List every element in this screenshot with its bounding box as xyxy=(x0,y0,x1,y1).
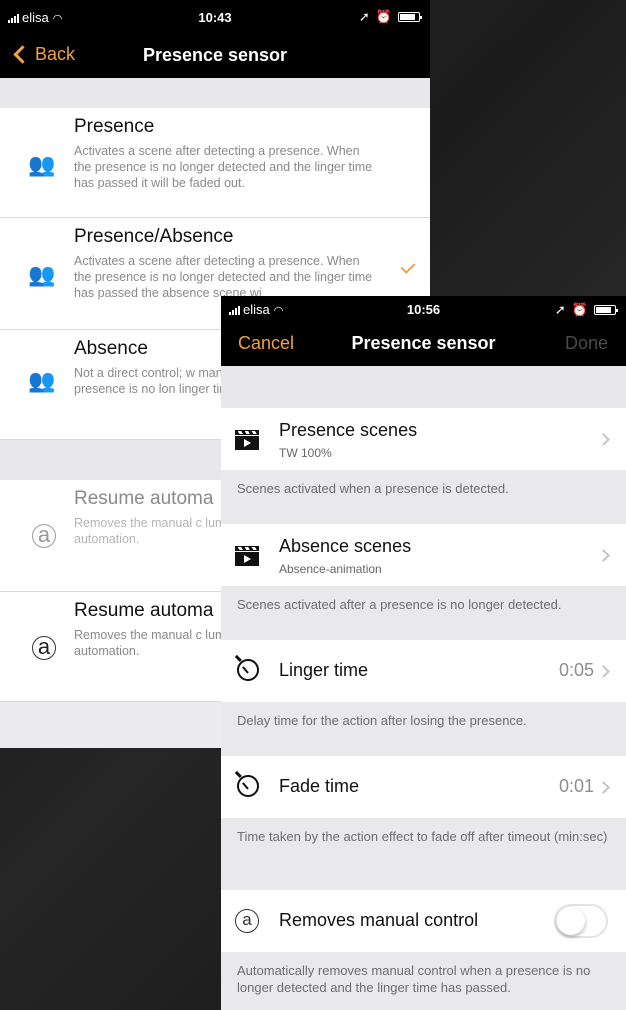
auto-icon: a xyxy=(32,636,56,660)
done-button[interactable]: Done xyxy=(565,333,608,354)
resume-title: Resume automa xyxy=(74,488,214,509)
resume-title: Resume automa xyxy=(74,600,214,621)
nav-bar: Cancel Presence sensor Done xyxy=(221,322,626,366)
auto-icon: a xyxy=(235,909,259,933)
manual-control-row: a Removes manual control xyxy=(221,890,626,952)
alarm-icon: ⏰ xyxy=(375,9,392,24)
alarm-icon: ⏰ xyxy=(571,302,588,317)
timer-icon xyxy=(237,659,259,681)
absence-icon: 👥 xyxy=(28,368,56,393)
presence-scenes-note: Scenes activated when a presence is dete… xyxy=(237,481,509,496)
chevron-right-icon xyxy=(597,665,610,678)
manual-control-toggle[interactable] xyxy=(554,904,608,938)
fade-time-note: Time taken by the action effect to fade … xyxy=(237,829,608,844)
linger-time-note: Delay time for the action after losing t… xyxy=(237,713,527,728)
mode-title: Presence xyxy=(74,116,155,137)
absence-scenes-title: Absence scenes xyxy=(279,536,412,556)
manual-control-title: Removes manual control xyxy=(279,910,479,930)
checkmark-icon xyxy=(400,259,416,274)
absence-scenes-note: Scenes activated after a presence is no … xyxy=(237,597,562,612)
status-bar: elisa ◠ 10:56 ➚ ⏰ xyxy=(221,296,626,322)
battery-icon xyxy=(398,12,422,22)
absence-scenes-row[interactable]: Absence scenes Absence-animation xyxy=(221,524,626,586)
status-bar: elisa ◠ 10:43 ➚ ⏰ xyxy=(0,0,430,34)
linger-time-row[interactable]: Linger time 0:05 xyxy=(221,640,626,702)
mode-description: Activates a scene after detecting a pres… xyxy=(74,144,373,190)
page-title: Presence sensor xyxy=(142,45,288,65)
presence-icon: 👥 xyxy=(28,152,56,177)
chevron-right-icon xyxy=(597,781,610,794)
presence-scenes-subtitle: TW 100% xyxy=(279,446,332,460)
mode-description: Activates a scene after detecting a pres… xyxy=(74,254,373,300)
presence-scenes-row[interactable]: Presence scenes TW 100% xyxy=(221,408,626,470)
auto-icon: a xyxy=(32,524,56,548)
absence-scenes-subtitle: Absence-animation xyxy=(279,562,382,576)
nav-bar: Back Presence sensor xyxy=(0,34,430,78)
mode-presence[interactable]: 👥 Presence Activates a scene after detec… xyxy=(0,108,430,218)
presence-absence-icon: 👥 xyxy=(28,262,56,287)
presence-scenes-title: Presence scenes xyxy=(279,420,418,440)
mode-title: Presence/Absence xyxy=(74,226,234,247)
scene-icon xyxy=(235,544,259,566)
scene-icon xyxy=(235,428,259,450)
linger-time-value: 0:05 xyxy=(558,660,594,680)
fade-time-row[interactable]: Fade time 0:01 xyxy=(221,756,626,818)
manual-control-note: Automatically removes manual control whe… xyxy=(237,963,591,995)
timer-icon xyxy=(237,775,259,797)
chevron-right-icon xyxy=(597,433,610,446)
presence-sensor-settings-screen: elisa ◠ 10:56 ➚ ⏰ Cancel Presence sensor D… xyxy=(221,296,626,1010)
chevron-right-icon xyxy=(597,549,610,562)
location-icon: ➚ xyxy=(554,302,566,317)
location-icon: ➚ xyxy=(358,9,370,24)
linger-time-title: Linger time xyxy=(279,660,369,680)
fade-time-title: Fade time xyxy=(279,776,360,796)
mode-title: Absence xyxy=(74,338,148,359)
battery-icon xyxy=(594,305,618,315)
fade-time-value: 0:01 xyxy=(558,776,594,796)
